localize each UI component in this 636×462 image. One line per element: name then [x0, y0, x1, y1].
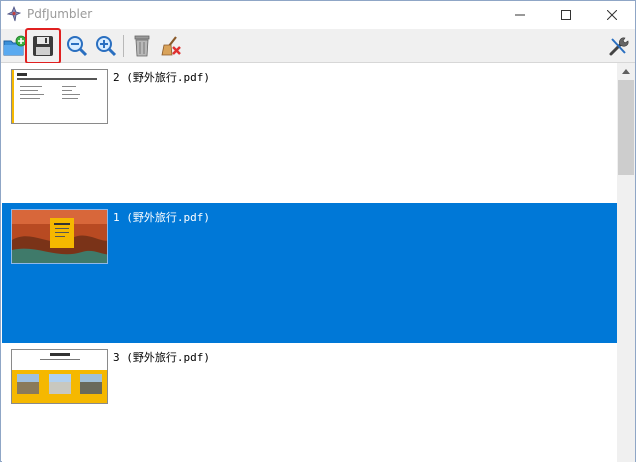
page-thumbnail[interactable] — [11, 69, 108, 124]
trash-icon — [134, 35, 150, 57]
zoom-in-icon — [96, 36, 117, 57]
pdfjumbler-app-icon — [6, 5, 22, 22]
vertical-scrollbar[interactable] — [617, 63, 635, 462]
page-list[interactable]: 2 (野外旅行.pdf) 1 (野外旅行.pdf) 3 (野外旅行.pdf) — [2, 63, 617, 462]
zoom-out-button[interactable] — [63, 32, 91, 60]
clear-broom-icon — [161, 36, 181, 56]
page-item[interactable]: 2 (野外旅行.pdf) — [2, 63, 617, 203]
tools-icon — [609, 37, 629, 56]
tools-button[interactable] — [605, 32, 633, 60]
close-button[interactable] — [589, 1, 635, 29]
page-thumbnail[interactable] — [11, 349, 108, 404]
chevron-up-icon — [622, 69, 630, 74]
zoom-out-icon — [67, 36, 88, 57]
page-item-selected[interactable]: 1 (野外旅行.pdf) — [2, 203, 617, 343]
page-label: 3 (野外旅行.pdf) — [113, 351, 210, 364]
maximize-icon — [561, 10, 571, 20]
toolbar-separator — [123, 35, 124, 57]
close-icon — [607, 10, 617, 20]
delete-button[interactable] — [128, 32, 156, 60]
page-item[interactable]: 3 (野外旅行.pdf) — [2, 343, 617, 462]
maximize-button[interactable] — [543, 1, 589, 29]
pdfjumbler-window: PdfJumbler 2 (野外旅行.pdf) 1 (野外旅行.pdf) 3 (… — [0, 0, 636, 462]
open-add-icon — [3, 35, 27, 56]
minimize-button[interactable] — [497, 1, 543, 29]
page-thumbnail[interactable] — [11, 209, 108, 264]
page-label: 1 (野外旅行.pdf) — [113, 211, 210, 224]
save-button[interactable] — [25, 28, 61, 64]
toolbar — [1, 28, 635, 64]
save-icon — [33, 36, 53, 56]
scroll-up-button[interactable] — [617, 63, 635, 80]
scrollbar-thumb[interactable] — [618, 80, 634, 175]
zoom-in-button[interactable] — [92, 32, 120, 60]
title-bar[interactable]: PdfJumbler — [1, 1, 635, 29]
window-title: PdfJumbler — [27, 7, 93, 21]
page-label: 2 (野外旅行.pdf) — [113, 71, 210, 84]
minimize-icon — [515, 14, 525, 16]
clear-button[interactable] — [157, 32, 185, 60]
